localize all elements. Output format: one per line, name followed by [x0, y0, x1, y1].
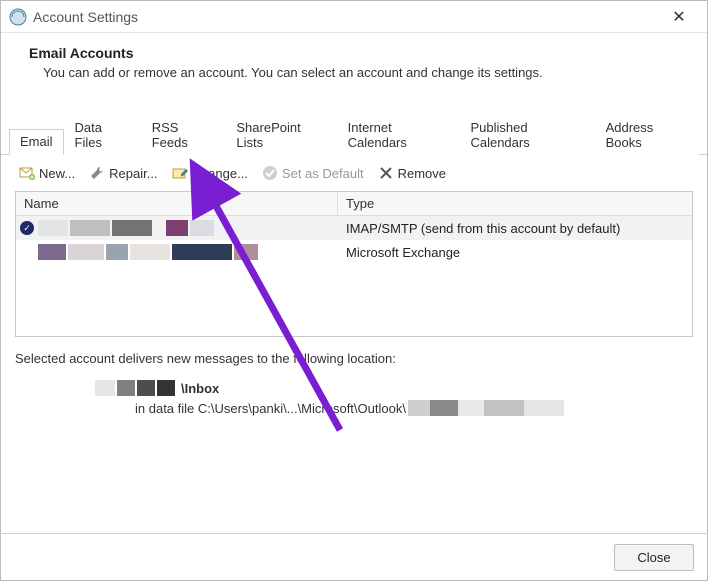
table-row[interactable]: IMAP/SMTP (send from this account by def…: [16, 216, 692, 240]
repair-button[interactable]: Repair...: [85, 163, 161, 183]
accounts-table: Name Type IMAP/SMTP (send from this acco…: [15, 191, 693, 337]
redacted-path: [408, 400, 564, 416]
new-button[interactable]: New...: [15, 163, 79, 183]
tab-sharepoint-lists[interactable]: SharePoint Lists: [225, 115, 336, 155]
toolbar: New... Repair... Change... Set as Defaul…: [1, 155, 707, 189]
tab-published-calendars[interactable]: Published Calendars: [459, 115, 594, 155]
redacted-store: [95, 380, 175, 396]
tab-address-books[interactable]: Address Books: [595, 115, 699, 155]
col-type[interactable]: Type: [338, 192, 692, 215]
tab-internet-calendars[interactable]: Internet Calendars: [337, 115, 460, 155]
mail-new-icon: [19, 165, 35, 181]
set-default-button: Set as Default: [258, 163, 368, 183]
location-path-prefix: in data file C:\Users\panki\...\Microsof…: [135, 401, 406, 416]
remove-label: Remove: [398, 166, 446, 181]
col-name[interactable]: Name: [16, 192, 338, 215]
new-label: New...: [39, 166, 75, 181]
change-button[interactable]: Change...: [168, 163, 252, 183]
default-check-icon: [20, 221, 34, 235]
location-info: Selected account delivers new messages t…: [1, 337, 707, 416]
row-type: Microsoft Exchange: [338, 245, 692, 260]
bottom-bar: Close: [0, 533, 708, 581]
wrench-icon: [89, 165, 105, 181]
set-default-label: Set as Default: [282, 166, 364, 181]
titlebar: Account Settings ✕: [1, 1, 707, 33]
location-intro: Selected account delivers new messages t…: [15, 351, 693, 366]
close-dialog-button[interactable]: Close: [614, 544, 694, 571]
change-label: Change...: [192, 166, 248, 181]
tabstrip: Email Data Files RSS Feeds SharePoint Li…: [1, 128, 707, 155]
close-button[interactable]: ✕: [659, 7, 699, 27]
location-folder: \Inbox: [181, 381, 219, 396]
redacted-name: [38, 244, 258, 260]
tab-data-files[interactable]: Data Files: [64, 115, 141, 155]
table-row[interactable]: Microsoft Exchange: [16, 240, 692, 264]
table-header: Name Type: [16, 192, 692, 216]
redacted-name: [38, 220, 214, 236]
tab-rss-feeds[interactable]: RSS Feeds: [141, 115, 226, 155]
folder-edit-icon: [172, 165, 188, 181]
row-type: IMAP/SMTP (send from this account by def…: [338, 221, 692, 236]
repair-label: Repair...: [109, 166, 157, 181]
header-description: You can add or remove an account. You ca…: [43, 65, 679, 80]
app-icon: [9, 8, 27, 26]
header: Email Accounts You can add or remove an …: [1, 33, 707, 88]
check-circle-icon: [262, 165, 278, 181]
window-title: Account Settings: [33, 9, 659, 25]
tab-email[interactable]: Email: [9, 129, 64, 155]
remove-button[interactable]: Remove: [374, 163, 450, 183]
remove-x-icon: [378, 165, 394, 181]
header-title: Email Accounts: [29, 45, 679, 61]
